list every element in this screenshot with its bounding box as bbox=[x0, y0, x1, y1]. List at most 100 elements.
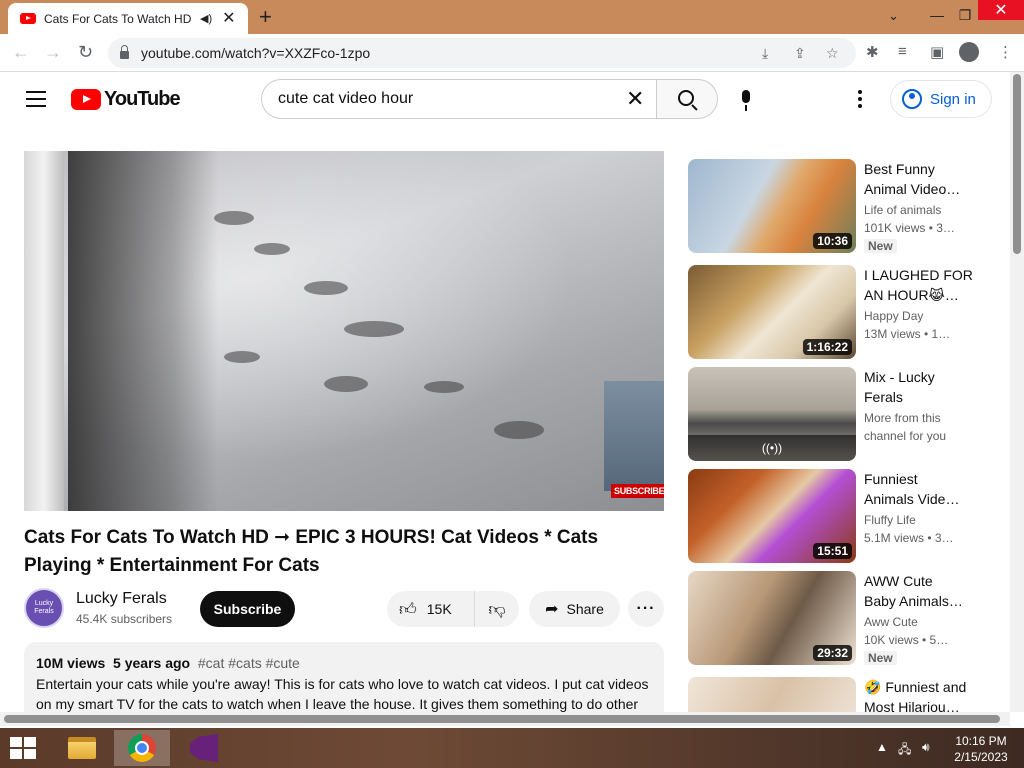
bookmark-star-icon[interactable]: ☆ bbox=[826, 45, 839, 62]
video-frame-footprint bbox=[494, 421, 544, 439]
window-close-button[interactable]: ✕ bbox=[978, 0, 1024, 20]
recommendation-item[interactable]: 10:36 Best Funny Animal Video… Life of an… bbox=[688, 159, 998, 253]
sign-in-button[interactable]: Sign in bbox=[890, 80, 992, 118]
visual-studio-icon bbox=[190, 734, 218, 762]
video-frame-footprint bbox=[254, 243, 290, 255]
video-title[interactable]: Mix - Lucky Ferals bbox=[864, 367, 974, 407]
share-label: Share bbox=[566, 601, 604, 617]
side-panel-icon[interactable]: ▣ bbox=[930, 43, 944, 61]
vertical-scrollbar[interactable] bbox=[1010, 72, 1024, 712]
extensions-puzzle-icon[interactable]: ✱ bbox=[866, 43, 879, 61]
window-restore-button[interactable]: ❐ bbox=[948, 0, 982, 30]
profile-avatar-icon[interactable] bbox=[959, 42, 979, 62]
recommendation-item[interactable]: 1:16:22 I LAUGHED FOR AN HOUR😹… Happy Day… bbox=[688, 265, 998, 359]
media-control-icon[interactable]: ≡ bbox=[898, 43, 907, 60]
taskbar-chrome[interactable] bbox=[114, 730, 170, 766]
url-text[interactable]: youtube.com/watch?v=XXZFco-1zpo bbox=[141, 45, 370, 61]
taskbar-visual-studio[interactable] bbox=[176, 730, 232, 766]
description-box[interactable]: 10M views 5 years ago #cat #cats #cute E… bbox=[24, 642, 664, 722]
youtube-logo[interactable]: YouTube bbox=[71, 88, 181, 111]
channel-name[interactable]: Happy Day bbox=[864, 309, 923, 323]
like-dislike-group: 👍︎ 15K 👎︎ bbox=[387, 591, 519, 627]
taskbar-file-explorer[interactable] bbox=[54, 730, 110, 766]
video-meta: 5.1M views • 3… bbox=[864, 531, 954, 545]
chrome-menu-icon[interactable]: ⋮ bbox=[998, 43, 1013, 61]
video-title[interactable]: 🤣 Funniest and Most Hilariou… bbox=[864, 677, 974, 712]
video-frame-footprint bbox=[324, 376, 368, 392]
tab-search-chevron-icon[interactable]: ⌄ bbox=[888, 8, 899, 24]
video-meta: 13M views • 1… bbox=[864, 327, 951, 341]
youtube-logo-text: YouTube bbox=[104, 88, 181, 110]
video-frame-footprint bbox=[304, 281, 348, 295]
network-icon[interactable]: 🖧 bbox=[898, 740, 911, 761]
video-title: Cats For Cats To Watch HD ➞ EPIC 3 HOURS… bbox=[24, 527, 599, 576]
mix-thumbnail[interactable]: ((•)) bbox=[688, 367, 856, 461]
hashtags[interactable]: #cat #cats #cute bbox=[198, 655, 300, 671]
lock-icon[interactable] bbox=[120, 45, 129, 59]
tab-title: Cats For Cats To Watch HD – bbox=[44, 11, 194, 26]
recommendation-item[interactable]: 15:51 Funniest Animals Vide… Fluffy Life … bbox=[688, 469, 998, 563]
folder-icon bbox=[68, 737, 96, 759]
video-meta: 101K views • 3… bbox=[864, 221, 955, 235]
audio-playing-icon[interactable]: ◀) bbox=[200, 12, 212, 25]
share-arrow-icon: ➦ bbox=[545, 601, 559, 618]
like-button[interactable]: 👍︎ 15K bbox=[387, 591, 475, 627]
description-meta: 10M views 5 years ago #cat #cats #cute bbox=[36, 654, 652, 672]
upload-age: 5 years ago bbox=[113, 655, 191, 671]
windows-start-icon[interactable] bbox=[10, 737, 38, 761]
video-meta: 10K views • 5… bbox=[864, 633, 949, 647]
channel-name[interactable]: Life of animals bbox=[864, 203, 941, 217]
install-app-icon[interactable]: ⤓ bbox=[762, 45, 768, 62]
video-thumbnail[interactable]: 15:51 bbox=[688, 469, 856, 563]
system-clock[interactable]: 10:16 PM 2/15/2023 bbox=[948, 733, 1014, 765]
back-arrow-icon[interactable]: ← bbox=[12, 42, 30, 62]
search-button[interactable] bbox=[656, 79, 718, 119]
subscribe-watermark[interactable]: SUBSCRIBE bbox=[611, 484, 664, 498]
clear-search-icon[interactable]: ✕ bbox=[626, 88, 644, 110]
recommendation-item[interactable]: 29:32 AWW Cute Baby Animals… Aww Cute 10K… bbox=[688, 571, 998, 665]
vertical-scroll-thumb[interactable] bbox=[1013, 74, 1021, 254]
share-page-icon[interactable]: ⇪ bbox=[794, 45, 806, 62]
video-thumbnail[interactable]: 10:36 bbox=[688, 159, 856, 253]
video-thumbnail[interactable] bbox=[688, 677, 856, 712]
hamburger-menu-icon[interactable] bbox=[26, 91, 46, 107]
forward-arrow-icon[interactable]: → bbox=[44, 42, 62, 62]
new-badge: New bbox=[864, 651, 897, 665]
address-bar[interactable]: youtube.com/watch?v=XXZFco-1zpo ⤓ ⇪ ☆ bbox=[108, 38, 856, 68]
video-player[interactable]: SUBSCRIBE bbox=[24, 151, 664, 511]
dislike-button[interactable]: 👎︎ bbox=[475, 599, 519, 620]
description-text: Entertain your cats while you're away! T… bbox=[36, 676, 649, 712]
reload-icon[interactable]: ↻ bbox=[78, 42, 93, 62]
windows-taskbar: ▲ 🖧 🔊︎ 10:16 PM 2/15/2023 bbox=[0, 728, 1024, 768]
youtube-header: YouTube cute cat video hour ✕ Sign in bbox=[0, 72, 1010, 128]
video-title[interactable]: I LAUGHED FOR AN HOUR😹… bbox=[864, 265, 974, 305]
recommendation-item[interactable]: 🤣 Funniest and Most Hilariou… bbox=[688, 677, 998, 712]
volume-icon[interactable]: 🔊︎ bbox=[922, 740, 930, 755]
video-thumbnail[interactable]: 1:16:22 bbox=[688, 265, 856, 359]
browser-tab-active[interactable]: Cats For Cats To Watch HD – ◀) ✕ bbox=[8, 3, 248, 34]
tab-close-icon[interactable]: ✕ bbox=[222, 10, 235, 27]
video-title[interactable]: Best Funny Animal Video… bbox=[864, 159, 974, 199]
more-actions-button[interactable]: ··· bbox=[628, 591, 664, 627]
video-title[interactable]: Funniest Animals Vide… bbox=[864, 469, 974, 509]
subscriber-count: 45.4K subscribers bbox=[76, 612, 173, 626]
settings-kebab-icon[interactable] bbox=[858, 90, 862, 111]
channel-name[interactable]: Lucky Ferals bbox=[76, 590, 167, 608]
recommendation-item[interactable]: ((•)) Mix - Lucky Ferals More from this c… bbox=[688, 367, 998, 461]
channel-name[interactable]: Fluffy Life bbox=[864, 513, 916, 527]
tray-overflow-chevron-icon[interactable]: ▲ bbox=[876, 740, 888, 754]
horizontal-scroll-thumb[interactable] bbox=[4, 715, 1000, 723]
new-tab-button[interactable]: + bbox=[259, 5, 272, 29]
share-button[interactable]: ➦ Share bbox=[529, 591, 620, 627]
voice-search-mic-icon[interactable] bbox=[737, 90, 757, 112]
video-thumbnail[interactable]: 29:32 bbox=[688, 571, 856, 665]
video-duration: 10:36 bbox=[813, 233, 852, 249]
channel-name[interactable]: Aww Cute bbox=[864, 615, 918, 629]
subscribe-button[interactable]: Subscribe bbox=[200, 591, 295, 627]
channel-avatar[interactable]: Lucky Ferals bbox=[24, 588, 64, 628]
video-title[interactable]: AWW Cute Baby Animals… bbox=[864, 571, 974, 611]
browser-titlebar: Cats For Cats To Watch HD – ◀) ✕ + ⌄ — ❐… bbox=[0, 0, 1024, 34]
search-input[interactable]: cute cat video hour bbox=[261, 79, 657, 119]
horizontal-scrollbar[interactable] bbox=[0, 712, 1010, 726]
view-count: 10M views bbox=[36, 655, 106, 671]
